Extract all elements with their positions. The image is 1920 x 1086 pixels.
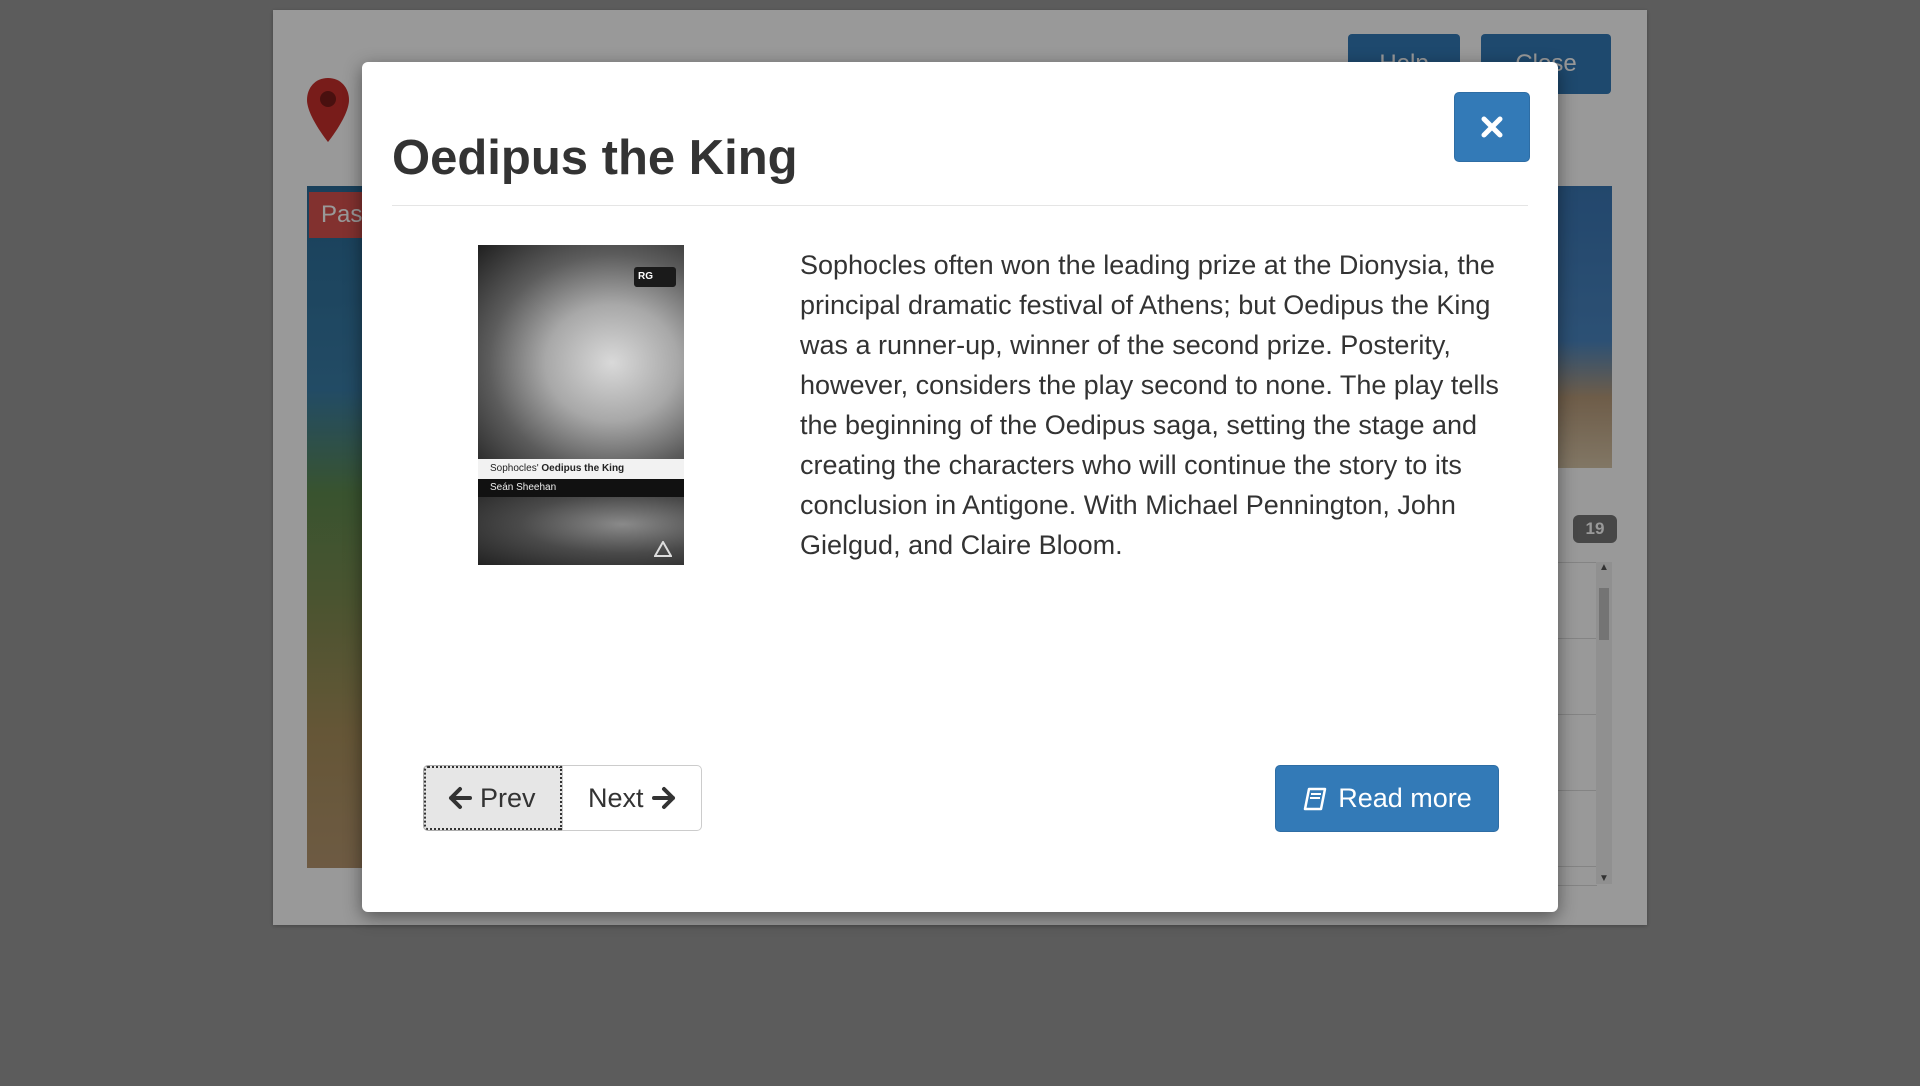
book-description: Sophocles often won the leading prize at… <box>800 250 1499 560</box>
next-label: Next <box>588 782 644 813</box>
modal-header-divider <box>392 205 1528 206</box>
publisher-logo-icon <box>654 541 672 557</box>
read-more-button[interactable]: Read more <box>1275 765 1499 832</box>
arrow-right-icon <box>651 787 675 809</box>
next-button[interactable]: Next <box>562 765 702 831</box>
arrow-left-icon <box>449 787 472 809</box>
pager: Prev Next <box>423 765 702 831</box>
book-icon <box>1303 787 1327 810</box>
cover-series-badge: RG <box>634 267 676 287</box>
book-cover-image: RG Sophocles' Oedipus the King Seán Shee… <box>478 245 684 565</box>
cover-title-prefix: Sophocles' <box>490 463 539 474</box>
read-more-label: Read more <box>1338 783 1472 813</box>
cover-title-strip: Sophocles' Oedipus the King <box>478 459 684 479</box>
modal-close-button[interactable] <box>1454 92 1530 162</box>
prev-button[interactable]: Prev <box>423 765 563 831</box>
times-icon <box>1481 116 1503 138</box>
modal-title: Oedipus the King <box>392 131 798 185</box>
cover-title: Oedipus the King <box>541 463 625 474</box>
prev-label: Prev <box>480 782 536 813</box>
cover-author: Seán Sheehan <box>478 479 684 497</box>
book-modal: Oedipus the King RG Sophocles' Oedipus t… <box>362 62 1558 912</box>
